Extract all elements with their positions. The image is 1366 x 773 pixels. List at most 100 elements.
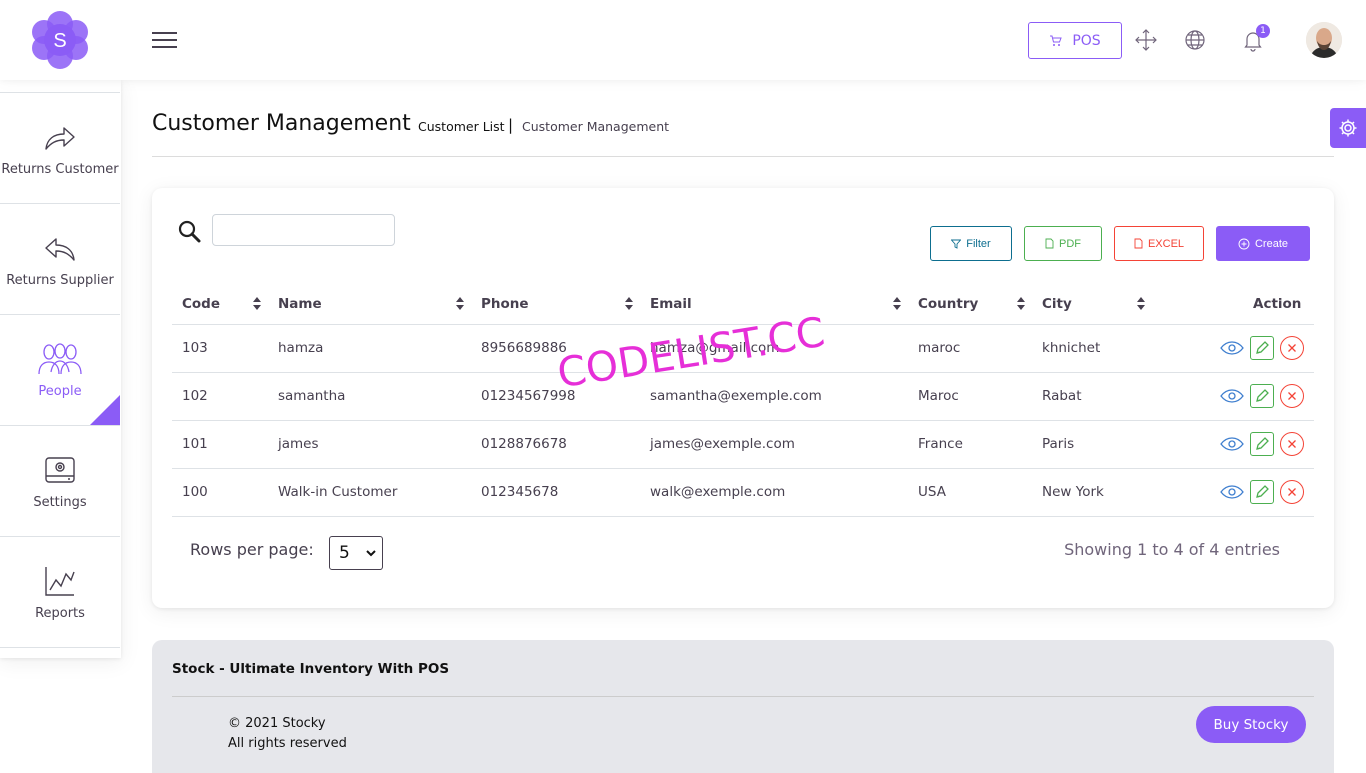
excel-label: EXCEL: [1147, 237, 1185, 250]
file-icon: [1045, 238, 1054, 249]
sidebar-item-returns-customer[interactable]: Returns Customer: [0, 93, 120, 204]
cell-phone: 012345678: [481, 484, 559, 500]
cell-code: 102: [182, 388, 208, 404]
cell-country: France: [918, 436, 963, 452]
filter-icon: [951, 239, 962, 249]
filter-label: Filter: [966, 237, 991, 250]
cell-name: Walk-in Customer: [278, 484, 398, 500]
sort-icon[interactable]: [252, 296, 262, 311]
copyright-text: © 2021 Stocky: [228, 716, 326, 731]
column-header-country[interactable]: Country: [918, 296, 978, 312]
breadcrumb-parent[interactable]: Customer Management: [522, 119, 669, 134]
rights-text: All rights reserved: [228, 736, 347, 751]
view-icon[interactable]: [1220, 432, 1244, 456]
cell-code: 100: [182, 484, 208, 500]
sort-icon[interactable]: [624, 296, 634, 311]
column-header-city[interactable]: City: [1042, 296, 1072, 312]
page-title: Customer Management: [152, 111, 411, 136]
sidebar-item-settings[interactable]: Settings: [0, 426, 120, 537]
file-icon: [1134, 238, 1143, 249]
delete-icon[interactable]: [1280, 432, 1304, 456]
filter-button[interactable]: Filter: [930, 226, 1012, 261]
sidebar-item-returns-supplier[interactable]: Returns Supplier: [0, 204, 120, 315]
footer-copyright: © 2021 Stocky All rights reserved: [228, 714, 347, 754]
sidebar-item-label: Settings: [33, 494, 87, 510]
cell-name: james: [278, 436, 319, 452]
buy-stocky-button[interactable]: Buy Stocky: [1196, 706, 1306, 743]
cell-phone: 0128876678: [481, 436, 567, 452]
edit-icon[interactable]: [1250, 336, 1274, 360]
menu-toggle-button[interactable]: [152, 30, 178, 50]
edit-icon[interactable]: [1250, 384, 1274, 408]
breadcrumb-divider: [152, 156, 1334, 157]
logo[interactable]: S: [30, 10, 90, 70]
view-icon[interactable]: [1220, 336, 1244, 360]
chevron-down-icon: [366, 549, 376, 556]
sort-icon[interactable]: [1136, 296, 1146, 311]
rows-per-page-label: Rows per page:: [190, 540, 314, 559]
column-header-action: Action: [1253, 296, 1302, 312]
pos-label: POS: [1072, 32, 1101, 49]
sidebar-item-label: People: [38, 383, 82, 399]
breadcrumb-current[interactable]: Customer List: [418, 119, 505, 134]
sort-icon[interactable]: [455, 296, 465, 311]
create-label: Create: [1254, 237, 1289, 250]
cell-city: Paris: [1042, 436, 1075, 452]
view-icon[interactable]: [1220, 480, 1244, 504]
delete-icon[interactable]: [1280, 336, 1304, 360]
sidebar-item-reports[interactable]: Reports: [0, 537, 120, 648]
cell-city: New York: [1042, 484, 1104, 500]
cell-country: USA: [918, 484, 946, 500]
cell-city: khnichet: [1042, 340, 1101, 356]
notification-badge: 1: [1256, 24, 1270, 38]
pdf-button[interactable]: PDF: [1024, 226, 1102, 261]
create-button[interactable]: Create: [1216, 226, 1310, 261]
table-row: 102 samantha 01234567998 samantha@exempl…: [172, 373, 1314, 421]
avatar[interactable]: [1306, 22, 1342, 58]
sort-icon[interactable]: [892, 296, 902, 311]
delete-icon[interactable]: [1280, 384, 1304, 408]
active-indicator: [90, 395, 120, 425]
column-header-phone[interactable]: Phone: [481, 296, 529, 312]
cell-email: walk@exemple.com: [650, 484, 786, 500]
search-input[interactable]: [212, 214, 395, 246]
column-header-email[interactable]: Email: [650, 296, 692, 312]
table-row: 100 Walk-in Customer 012345678 walk@exem…: [172, 469, 1314, 517]
cell-code: 101: [182, 436, 208, 452]
sidebar-item-people[interactable]: People: [0, 315, 120, 426]
people-icon: [38, 342, 82, 374]
settings-icon: [45, 456, 75, 483]
chart-icon: [45, 566, 75, 596]
edit-icon[interactable]: [1250, 480, 1274, 504]
globe-icon[interactable]: [1183, 28, 1207, 52]
view-icon[interactable]: [1220, 384, 1244, 408]
logo-icon: S: [32, 11, 88, 69]
sidebar-item-label: Returns Customer: [1, 161, 119, 177]
customizer-toggle[interactable]: [1330, 108, 1366, 148]
sort-icon[interactable]: [1016, 296, 1026, 311]
search-icon: [178, 220, 202, 244]
sidebar: Returns Customer Returns Supplier People: [0, 80, 121, 658]
footer: Stock - Ultimate Inventory With POS © 20…: [152, 640, 1334, 773]
plus-circle-icon: [1238, 238, 1250, 249]
cart-icon: [1050, 35, 1063, 46]
cell-code: 103: [182, 340, 208, 356]
rows-per-page-select[interactable]: 5: [329, 536, 383, 570]
edit-icon[interactable]: [1250, 432, 1274, 456]
sidebar-item-label: Reports: [35, 605, 85, 621]
logo-letter: S: [53, 30, 66, 52]
fullscreen-icon[interactable]: [1134, 28, 1158, 52]
delete-icon[interactable]: [1280, 480, 1304, 504]
share-arrow-icon: [45, 126, 75, 150]
column-header-name[interactable]: Name: [278, 296, 322, 312]
cell-name: samantha: [278, 388, 346, 404]
cell-city: Rabat: [1042, 388, 1082, 404]
entries-info: Showing 1 to 4 of 4 entries: [1064, 540, 1280, 559]
sidebar-item-label: Returns Supplier: [6, 272, 114, 288]
rows-per-page-value: 5: [339, 543, 350, 563]
pos-button[interactable]: POS: [1028, 22, 1122, 59]
top-header: S POS 1: [0, 0, 1366, 80]
column-header-code[interactable]: Code: [182, 296, 220, 312]
cell-name: hamza: [278, 340, 324, 356]
excel-button[interactable]: EXCEL: [1114, 226, 1204, 261]
